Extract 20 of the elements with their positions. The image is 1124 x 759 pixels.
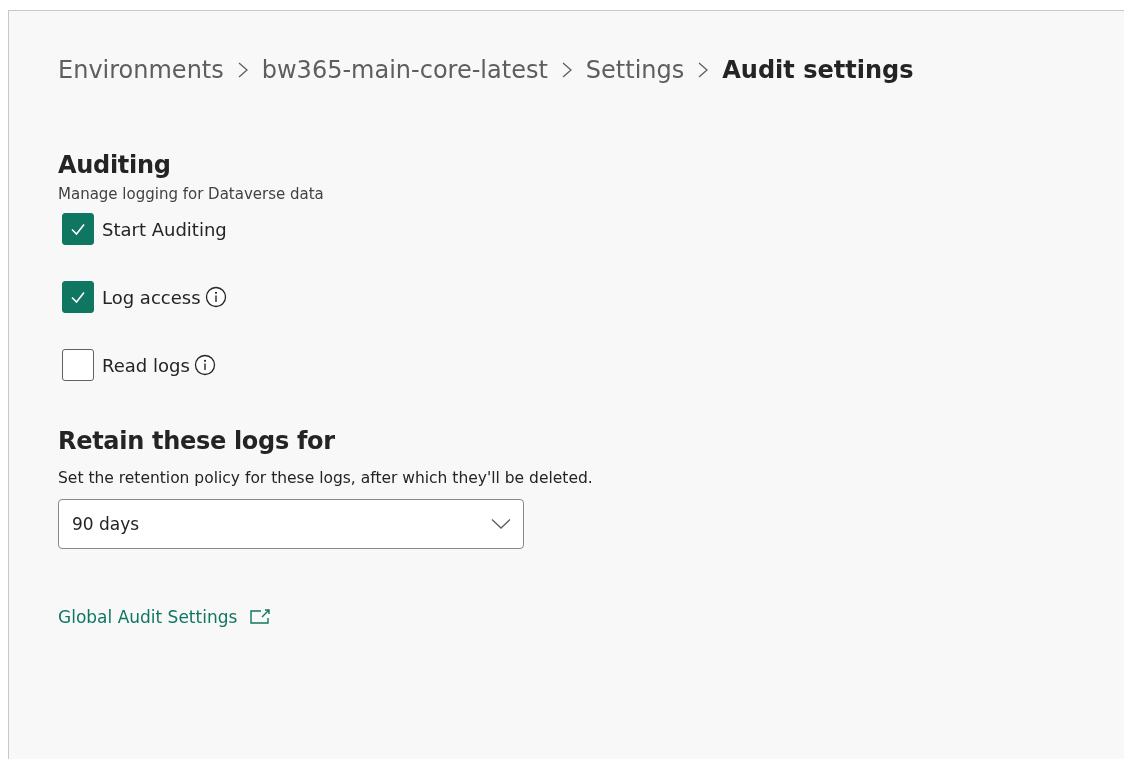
breadcrumb-item[interactable]: Environments [58, 56, 224, 84]
section-heading: Retain these logs for [58, 427, 336, 455]
info-icon[interactable] [193, 354, 216, 376]
checkbox-label: Log access [102, 286, 201, 308]
section-description: Manage logging for Dataverse data [58, 185, 325, 203]
checkbox[interactable] [62, 281, 94, 313]
info-icon[interactable] [204, 286, 227, 308]
section-description: Set the retention policy for these logs, after which they'll be deleted. [58, 469, 594, 487]
global-audit-settings-link[interactable]: Global Audit Settings [58, 607, 272, 627]
breadcrumb-item[interactable]: bw365-main-core-latest [261, 56, 548, 84]
checkbox[interactable] [62, 213, 94, 245]
checkbox[interactable] [62, 349, 94, 381]
checkbox-label: Read logs [102, 354, 190, 376]
checkbox-label: Start Auditing [102, 218, 227, 240]
chevron-down-icon [491, 518, 511, 530]
breadcrumb-item[interactable]: Settings [585, 56, 685, 84]
breadcrumb-item: Audit settings [722, 56, 914, 84]
retention-dropdown[interactable]: 90 days [58, 499, 524, 549]
external-link-icon [249, 608, 272, 626]
section-heading: Auditing [58, 151, 172, 179]
